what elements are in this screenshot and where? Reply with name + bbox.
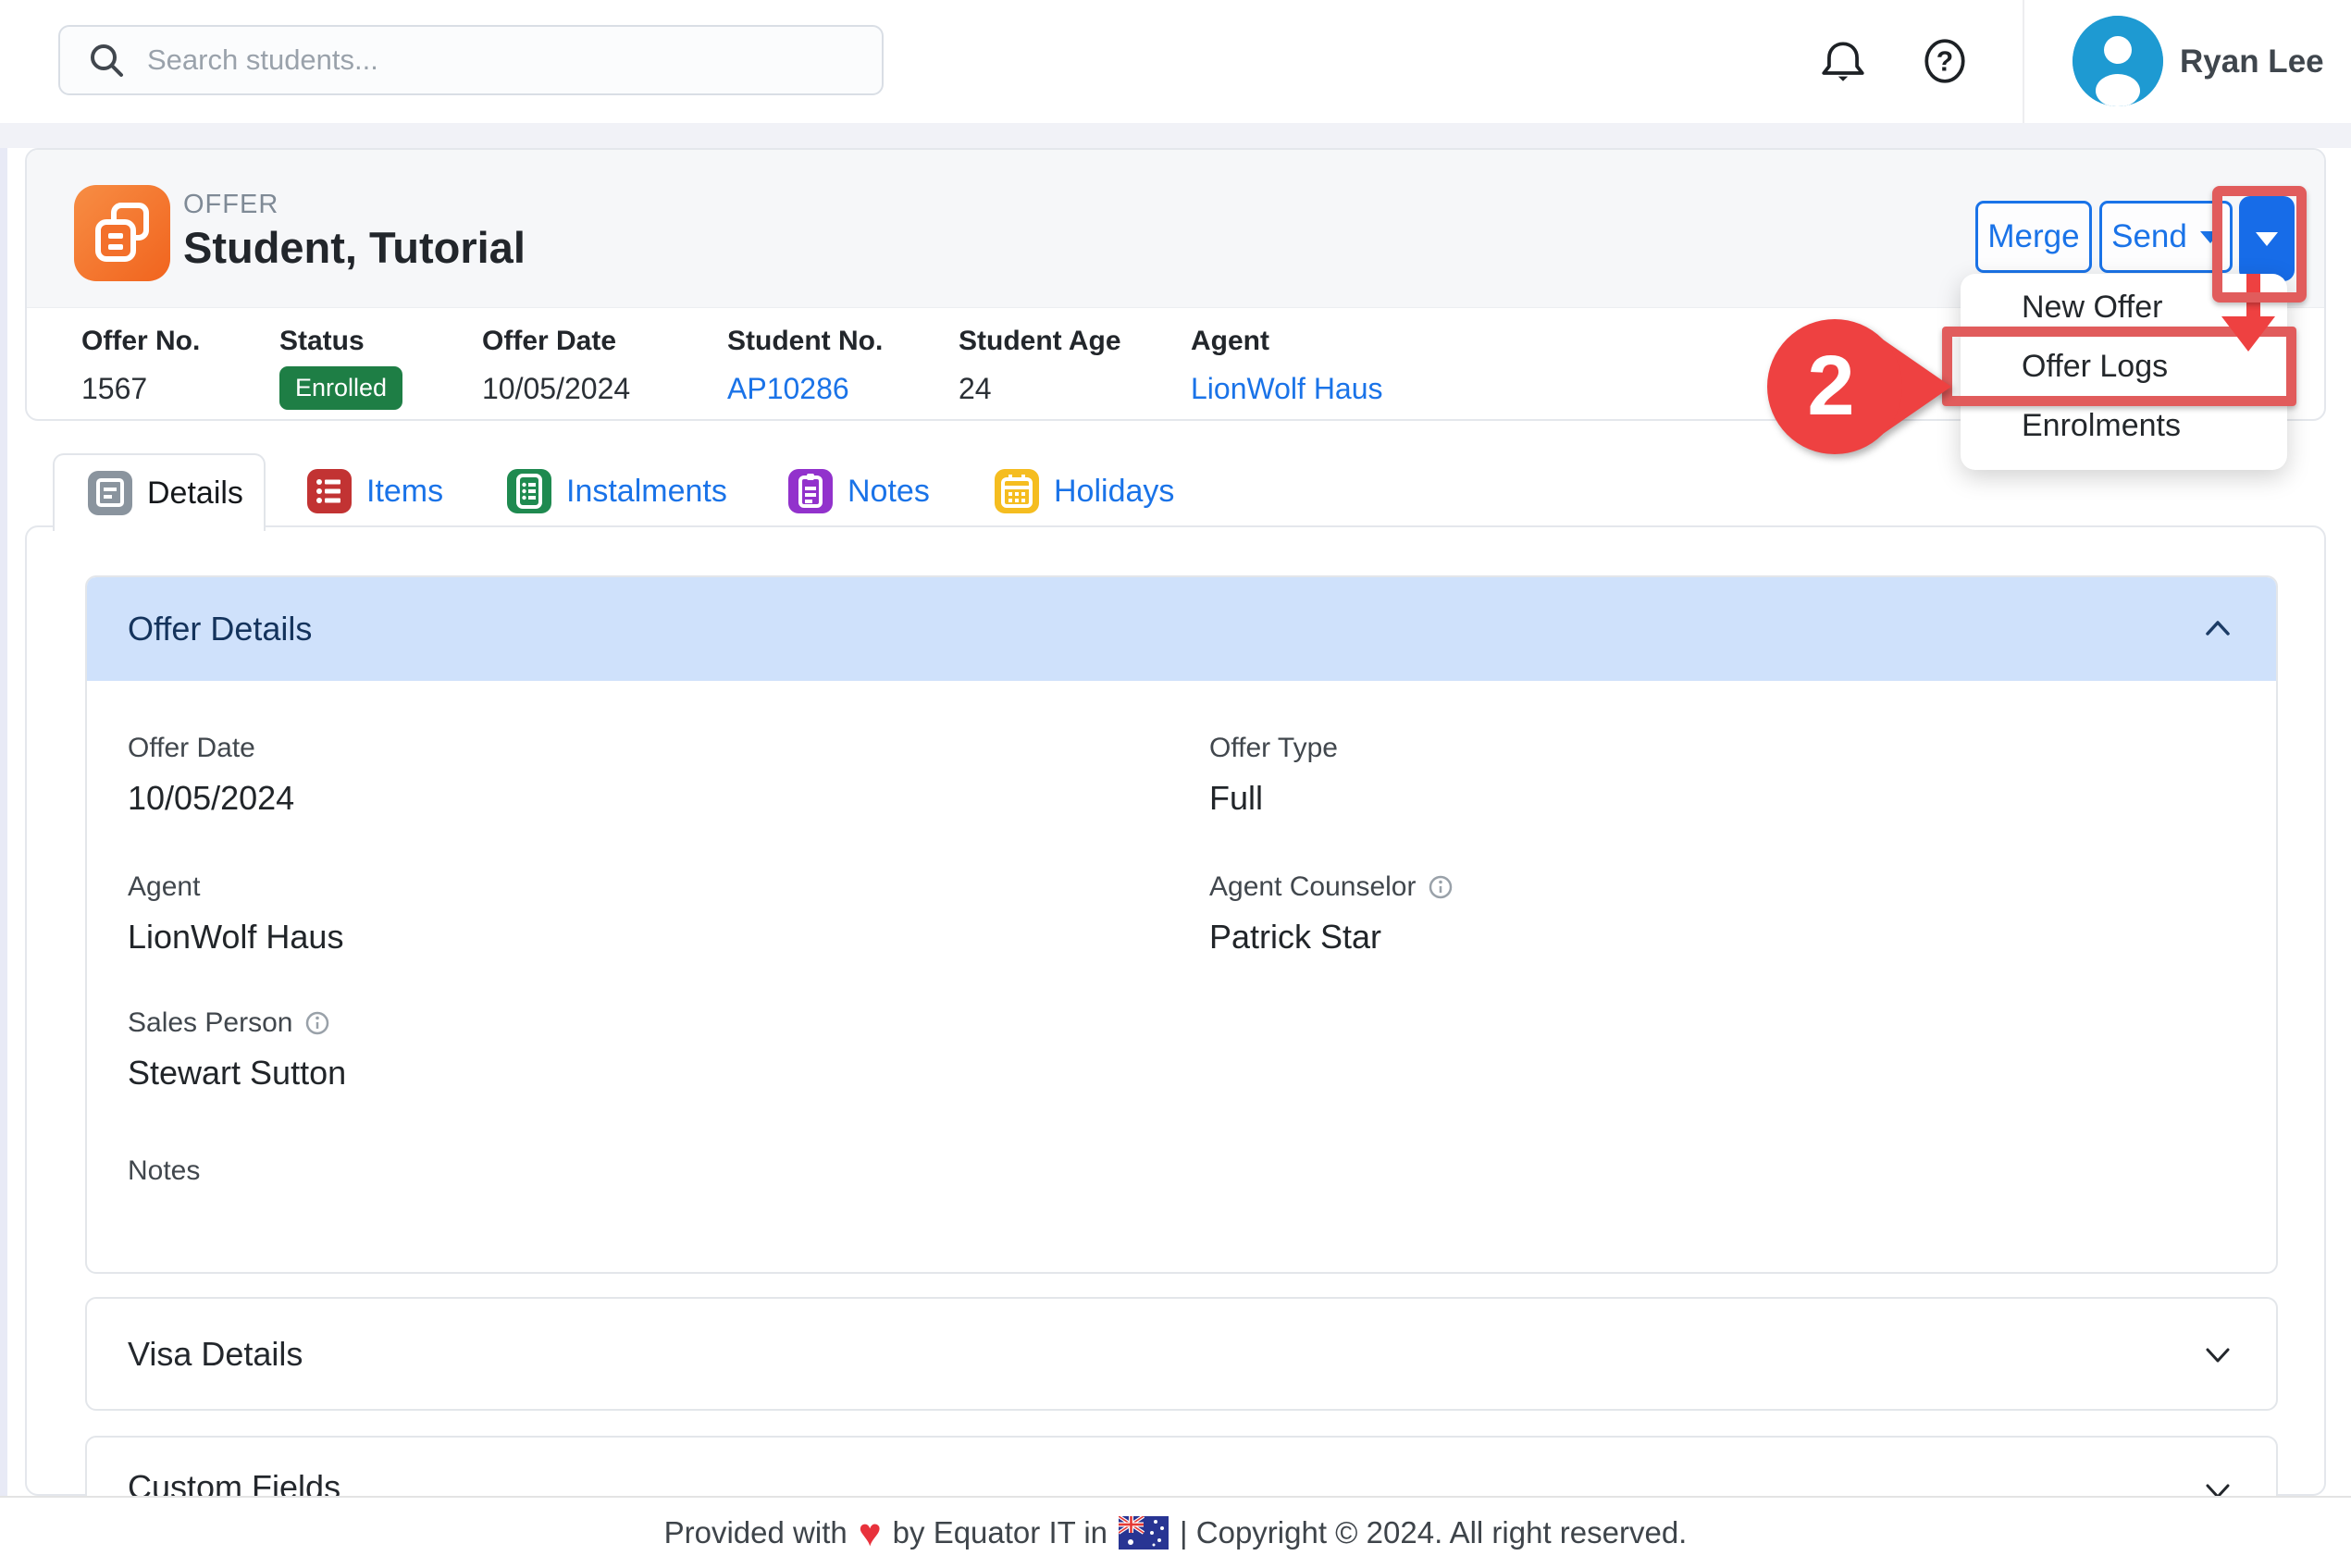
offer-details-title: Offer Details	[128, 610, 312, 648]
search-input[interactable]	[145, 43, 852, 78]
australia-flag-icon	[1119, 1516, 1169, 1549]
field-notes: Notes	[128, 1155, 200, 1202]
annotation-step-balloon: 2	[1763, 313, 1961, 461]
footer-text-3: | Copyright © 2024. All right reserved.	[1180, 1515, 1687, 1550]
instalments-tab-icon	[507, 469, 551, 513]
info-status: Status Enrolled	[279, 326, 402, 410]
chevron-down-icon[interactable]	[2200, 1337, 2235, 1372]
avatar[interactable]	[2073, 16, 2163, 106]
page-left-edge	[0, 0, 7, 1566]
chevron-up-icon[interactable]	[2200, 611, 2235, 647]
items-tab-label: Items	[366, 474, 443, 510]
footer-text-2: by Equator IT in	[893, 1515, 1107, 1550]
footer-text-1: Provided with	[664, 1515, 848, 1550]
field-agent: Agent LionWolf Haus	[128, 871, 343, 957]
topbar-gap-band	[0, 123, 2351, 148]
details-content-card: Offer Details Offer Date 10/05/2024 Offe…	[25, 525, 2326, 1496]
svg-text:?: ?	[1936, 46, 1953, 77]
topbar: ? Ryan Lee	[0, 0, 2351, 123]
page-title: Student, Tutorial	[183, 222, 526, 273]
annotation-arrow-head	[2221, 316, 2275, 352]
status-badge: Enrolled	[279, 366, 402, 410]
menu-item-enrolments[interactable]: Enrolments	[2022, 403, 2181, 448]
details-tab-label: Details	[147, 475, 243, 512]
send-button-label: Send	[2111, 218, 2187, 255]
agent-detail-link[interactable]: LionWolf Haus	[128, 918, 343, 957]
tab-instalments[interactable]: Instalments	[507, 453, 727, 529]
annotation-step-number: 2	[1807, 339, 1854, 433]
offer-kicker: OFFER	[183, 190, 278, 220]
annotation-highlight-more-button	[2212, 186, 2307, 302]
field-offer-type: Offer Type Full	[1209, 733, 1338, 818]
info-agent: Agent LionWolf Haus	[1191, 326, 1383, 406]
info-icon[interactable]	[305, 1011, 329, 1035]
notes-tab-icon	[788, 469, 833, 513]
items-tab-icon	[307, 469, 352, 513]
footer: Provided with ♥ by Equator IT in | Copyr…	[0, 1496, 2351, 1568]
notifications-bell-icon[interactable]	[1815, 33, 1871, 89]
info-offer-no: Offer No. 1567	[81, 326, 200, 406]
holidays-tab-icon	[995, 469, 1039, 513]
search-box[interactable]	[58, 25, 884, 95]
help-icon[interactable]: ?	[1917, 33, 1973, 89]
visa-details-panel[interactable]: Visa Details	[85, 1297, 2278, 1411]
holidays-tab-label: Holidays	[1054, 474, 1174, 510]
instalments-tab-label: Instalments	[566, 474, 727, 510]
visa-details-title: Visa Details	[128, 1335, 303, 1374]
offer-details-header[interactable]: Offer Details	[87, 577, 2276, 681]
info-icon[interactable]	[1429, 875, 1453, 899]
info-offer-date: Offer Date 10/05/2024	[482, 326, 630, 406]
topbar-divider	[2023, 0, 2024, 123]
heart-icon: ♥	[859, 1513, 882, 1552]
tab-holidays[interactable]: Holidays	[995, 453, 1174, 529]
offer-icon	[74, 185, 170, 281]
menu-item-new-offer[interactable]: New Offer	[2022, 285, 2162, 329]
tab-details[interactable]: Details	[53, 453, 266, 531]
search-icon	[86, 40, 127, 80]
tab-notes[interactable]: Notes	[788, 453, 930, 529]
agent-link[interactable]: LionWolf Haus	[1191, 372, 1383, 406]
merge-button[interactable]: Merge	[1975, 201, 2092, 273]
student-no-link[interactable]: AP10286	[727, 372, 883, 406]
offer-details-panel: Offer Details Offer Date 10/05/2024 Offe…	[85, 575, 2278, 1274]
info-student-no: Student No. AP10286	[727, 326, 883, 406]
field-sales-person: Sales Person Stewart Sutton	[128, 1007, 346, 1093]
notes-tab-label: Notes	[848, 474, 930, 510]
details-tab-icon	[88, 471, 132, 515]
user-name[interactable]: Ryan Lee	[2180, 0, 2324, 123]
field-offer-date: Offer Date 10/05/2024	[128, 733, 294, 818]
info-student-age: Student Age 24	[959, 326, 1121, 406]
merge-button-label: Merge	[1987, 218, 2079, 255]
tab-items[interactable]: Items	[307, 453, 443, 529]
field-agent-counselor: Agent Counselor Patrick Star	[1209, 871, 1453, 957]
